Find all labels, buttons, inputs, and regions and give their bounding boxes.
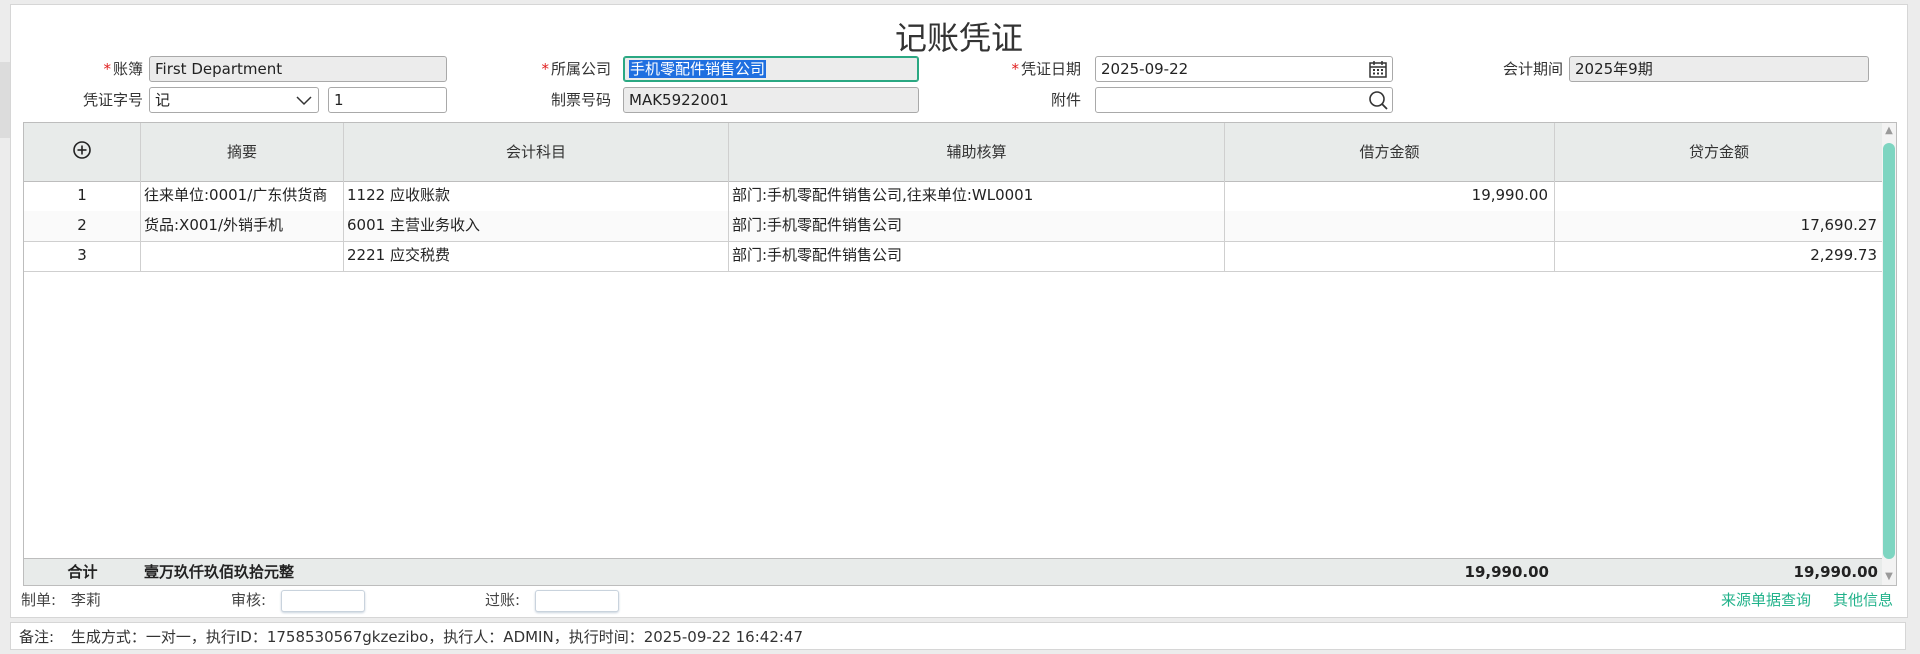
voucher-word-label: 凭证字号 <box>82 91 143 109</box>
attachment-label: 附件 <box>1050 91 1081 109</box>
ledger-label: * 账簿 <box>103 60 143 78</box>
row-number: 2 <box>24 211 141 241</box>
table-row[interactable]: 2 货品:X001/外销手机 6001 主营业务收入 部门:手机零配件销售公司 … <box>24 211 1884 242</box>
scroll-down-icon[interactable]: ▼ <box>1883 571 1895 583</box>
row-debit[interactable] <box>1225 241 1555 271</box>
total-credit: 19,990.00 <box>1793 563 1878 581</box>
row-credit[interactable]: 2,299.73 <box>1555 241 1884 271</box>
row-number: 1 <box>24 181 141 211</box>
total-debit: 19,990.00 <box>1464 563 1549 581</box>
table-row[interactable]: 1 往来单位:0001/广东供货商 1122 应收账款 部门:手机零配件销售公司… <box>24 181 1884 212</box>
add-row-cell[interactable] <box>24 123 141 181</box>
header-auxiliary: 辅助核算 <box>729 123 1225 181</box>
row-auxiliary[interactable]: 部门:手机零配件销售公司,往来单位:WL0001 <box>729 181 1225 211</box>
total-amount-words: 壹万玖仟玖佰玖拾元整 <box>144 563 295 581</box>
remark-label: 备注: <box>19 628 55 646</box>
attachment-field[interactable] <box>1095 87 1393 113</box>
remark-bar: 备注: 生成方式：一对一，执行ID：1758530567gkzezibo，执行人… <box>10 622 1906 650</box>
voucher-date-label: * 凭证日期 <box>1011 60 1081 78</box>
header-summary: 摘要 <box>141 123 344 181</box>
row-account[interactable]: 1122 应收账款 <box>344 181 729 211</box>
total-label: 合计 <box>67 563 98 581</box>
maker-value: 李莉 <box>70 591 101 609</box>
bill-number-field[interactable]: MAK5922001 <box>623 87 919 113</box>
company-field[interactable]: 手机零配件销售公司 <box>623 56 919 82</box>
table-header: 摘要 会计科目 辅助核算 借方金额 贷方金额 <box>24 123 1884 182</box>
scroll-up-icon[interactable]: ▲ <box>1883 125 1895 137</box>
post-field[interactable] <box>535 590 619 612</box>
maker-info: 制单: 李莉 <box>21 587 101 613</box>
search-icon[interactable] <box>1368 90 1388 110</box>
scrollbar-thumb[interactable] <box>1883 143 1895 559</box>
total-row: 合计 壹万玖仟玖佰玖拾元整 19,990.00 19,990.00 <box>24 558 1884 585</box>
table-row[interactable]: 3 2221 应交税费 部门:手机零配件销售公司 2,299.73 <box>24 241 1884 272</box>
period-field[interactable]: 2025年9期 <box>1569 56 1869 82</box>
voucher-card: 记账凭证 * 账簿 First Department * 所属公司 手机零配件销售公… <box>10 4 1908 618</box>
ledger-field[interactable]: First Department <box>149 56 447 82</box>
vertical-scrollbar[interactable]: ▲ ▼ <box>1882 123 1896 585</box>
voucher-date-field[interactable]: 2025-09-22 <box>1095 56 1393 82</box>
company-label: * 所属公司 <box>541 60 611 78</box>
row-debit[interactable] <box>1225 211 1555 241</box>
row-credit[interactable] <box>1555 181 1884 211</box>
row-account[interactable]: 2221 应交税费 <box>344 241 729 271</box>
voucher-word-select[interactable]: 记 <box>149 87 319 113</box>
voucher-number-field[interactable]: 1 <box>328 87 447 113</box>
maker-label: 制单: <box>21 591 57 609</box>
audit-field[interactable] <box>281 590 365 612</box>
page-title: 记账凭证 <box>894 19 1023 57</box>
row-credit[interactable]: 17,690.27 <box>1555 211 1884 241</box>
post-label: 过账: <box>485 591 521 609</box>
calendar-icon[interactable] <box>1368 59 1388 79</box>
source-document-query-link[interactable]: 来源单据查询 <box>1721 587 1811 613</box>
add-circle-icon[interactable] <box>72 140 92 160</box>
row-number: 3 <box>24 241 141 271</box>
row-account[interactable]: 6001 主营业务收入 <box>344 211 729 241</box>
row-summary[interactable]: 往来单位:0001/广东供货商 <box>141 181 344 211</box>
header-credit: 贷方金额 <box>1555 123 1884 181</box>
other-info-link[interactable]: 其他信息 <box>1833 587 1893 613</box>
row-summary[interactable]: 货品:X001/外销手机 <box>141 211 344 241</box>
voucher-date-value: 2025-09-22 <box>1101 60 1189 78</box>
row-auxiliary[interactable]: 部门:手机零配件销售公司 <box>729 211 1225 241</box>
period-label: 会计期间 <box>1502 60 1563 78</box>
remark-text: 生成方式：一对一，执行ID：1758530567gkzezibo，执行人：ADM… <box>70 628 804 646</box>
voucher-entries-table: 摘要 会计科目 辅助核算 借方金额 贷方金额 1 往来单位:0001/广东供货商… <box>23 122 1897 586</box>
chevron-down-icon <box>296 96 312 106</box>
bill-number-label: 制票号码 <box>550 91 611 109</box>
row-summary[interactable] <box>141 241 344 271</box>
row-auxiliary[interactable]: 部门:手机零配件销售公司 <box>729 241 1225 271</box>
header-debit: 借方金额 <box>1225 123 1555 181</box>
audit-label: 审核: <box>231 591 267 609</box>
row-debit[interactable]: 19,990.00 <box>1225 181 1555 211</box>
voucher-word-value: 记 <box>155 91 171 109</box>
header-account: 会计科目 <box>344 123 729 181</box>
company-value: 手机零配件销售公司 <box>629 60 767 78</box>
